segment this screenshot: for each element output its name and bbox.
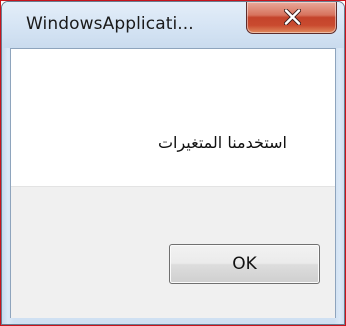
ok-button[interactable]: OK [169, 244, 320, 284]
message-box-window: WindowsApplicati... استخدمنا المتغيرات O… [1, 1, 345, 325]
close-icon [284, 9, 301, 25]
dialog-client-area: استخدمنا المتغيرات OK [10, 48, 336, 318]
close-button[interactable] [246, 2, 337, 34]
screen: WindowsApplicati... استخدمنا المتغيرات O… [0, 0, 346, 326]
message-text: استخدمنا المتغيرات [157, 133, 287, 152]
title-bar[interactable]: WindowsApplicati... [2, 2, 344, 48]
button-panel: OK [11, 186, 335, 318]
window-title: WindowsApplicati... [26, 14, 194, 34]
